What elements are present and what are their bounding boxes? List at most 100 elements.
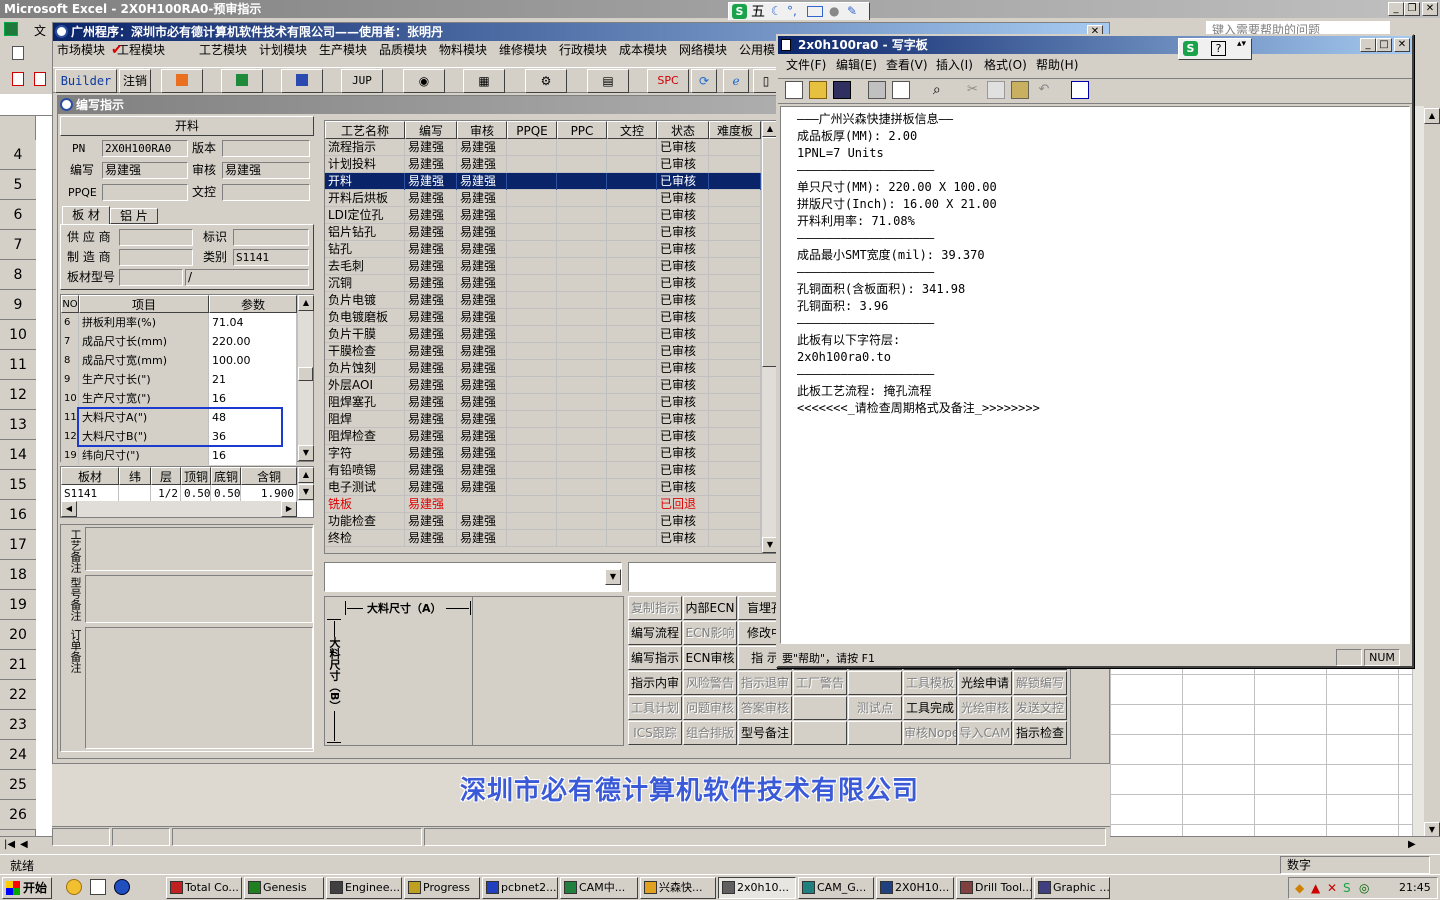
settings-button[interactable]: ⚙: [525, 69, 567, 93]
module-8[interactable]: 维修模块: [499, 41, 547, 59]
ppqe-field[interactable]: [102, 184, 188, 201]
row-number[interactable]: 22: [0, 680, 36, 710]
action-button[interactable]: 工具计划: [628, 696, 682, 720]
row-number[interactable]: 9: [0, 290, 36, 320]
spc-button[interactable]: SPC: [647, 69, 689, 93]
wordpad-menu-item[interactable]: 查看(V): [886, 56, 928, 74]
row-number[interactable]: 12: [0, 380, 36, 410]
find-icon[interactable]: ⌕: [928, 81, 946, 99]
material-scroll-up[interactable]: ▲: [298, 467, 314, 483]
process-row[interactable]: 铣板 易建强 已回退: [325, 496, 761, 513]
supplier-field[interactable]: [119, 229, 193, 246]
sheet-prev-icon[interactable]: ◀: [20, 839, 28, 850]
action-button[interactable]: [848, 721, 902, 745]
process-row[interactable]: 开料 易建强 易建强 已审核: [325, 173, 761, 190]
pdf-icon-2[interactable]: [34, 72, 46, 86]
excel-restore-button[interactable]: ❐: [1404, 2, 1420, 16]
keyboard-icon[interactable]: [807, 6, 823, 17]
action-button[interactable]: 工具模板: [903, 671, 957, 695]
category-field[interactable]: S1141: [233, 249, 309, 266]
row-number[interactable]: 15: [0, 470, 36, 500]
taskbar-item[interactable]: 2x0h10...: [718, 877, 796, 899]
taskbar-item[interactable]: Enginee...: [326, 877, 402, 899]
process-row[interactable]: 阻焊检查 易建强 易建强 已审核: [325, 428, 761, 445]
sogou-icon[interactable]: S: [732, 4, 747, 19]
action-button[interactable]: 工具完成: [903, 696, 957, 720]
wordpad-sogou-icon[interactable]: S: [1183, 41, 1198, 56]
print-icon[interactable]: [868, 81, 887, 99]
module-1[interactable]: 市场模块: [57, 41, 105, 59]
model-note-field[interactable]: [85, 575, 313, 623]
module-10[interactable]: 成本模块: [619, 41, 667, 59]
action-button[interactable]: 测试点: [848, 696, 902, 720]
module-11[interactable]: 网络模块: [679, 41, 727, 59]
module-12[interactable]: 公用模: [739, 41, 775, 59]
tray-icon-5[interactable]: ◎: [1359, 881, 1369, 895]
module-2[interactable]: 工程模块: [117, 41, 165, 59]
material-grid-hscroll[interactable]: ◀ ▶: [61, 501, 297, 517]
action-button[interactable]: 内部ECN: [683, 596, 737, 620]
wordpad-menu-item[interactable]: 插入(I): [936, 56, 973, 74]
material-scroll-down[interactable]: ▼: [298, 484, 314, 500]
reviewer-field[interactable]: 易建强: [222, 162, 310, 179]
taskbar-item[interactable]: pcbnet2...: [482, 877, 558, 899]
process-note-field[interactable]: [85, 527, 313, 571]
param-scroll-up[interactable]: ▲: [298, 295, 314, 311]
model-field-b[interactable]: /: [185, 269, 309, 286]
user-icon[interactable]: ●: [829, 4, 839, 18]
model-field-a[interactable]: [119, 269, 183, 286]
taskbar-item[interactable]: 兴森快...: [640, 877, 716, 899]
process-row[interactable]: 负片蚀刻 易建强 易建强 已审核: [325, 360, 761, 377]
excel-minimize-button[interactable]: _: [1388, 2, 1404, 16]
material-grid-vscroll[interactable]: ▲ ▼: [297, 467, 314, 501]
action-button[interactable]: 复制指示: [628, 596, 682, 620]
process-row[interactable]: 计划投料 易建强 易建强 已审核: [325, 156, 761, 173]
action-button[interactable]: 指示检查: [1013, 721, 1067, 745]
process-row[interactable]: 干膜检查 易建强 易建强 已审核: [325, 343, 761, 360]
copy-icon[interactable]: [987, 81, 1006, 99]
param-scroll-down[interactable]: ▼: [298, 445, 314, 461]
action-button[interactable]: 审核Nope: [903, 721, 957, 745]
taskbar-item[interactable]: Drill Tool...: [956, 877, 1032, 899]
action-button[interactable]: [793, 721, 847, 745]
material-scroll-left[interactable]: ◀: [61, 501, 77, 517]
action-button[interactable]: ECN影响: [683, 621, 737, 645]
wrench-icon[interactable]: ✎: [847, 4, 857, 18]
action-button[interactable]: 发送文控: [1013, 696, 1067, 720]
wordpad-menu-item[interactable]: 文件(F): [786, 56, 826, 74]
row-number[interactable]: 25: [0, 770, 36, 800]
tray-icon-3[interactable]: ✕: [1327, 881, 1337, 895]
quicklaunch-icon-1[interactable]: [66, 879, 82, 895]
wordpad-minimize-button[interactable]: _: [1360, 38, 1376, 52]
open-icon[interactable]: [808, 81, 827, 99]
action-button[interactable]: 指示内审: [628, 671, 682, 695]
module-6[interactable]: 品质模块: [379, 41, 427, 59]
row-number[interactable]: 17: [0, 530, 36, 560]
tab-aluminum[interactable]: 铝 片: [110, 208, 158, 224]
pn-field[interactable]: 2X0H100RA0: [102, 140, 188, 157]
save-icon[interactable]: [832, 81, 851, 99]
tray-icon-2[interactable]: ▲: [1311, 881, 1320, 895]
row-number[interactable]: 23: [0, 710, 36, 740]
order-note-field[interactable]: [85, 627, 313, 749]
module-5[interactable]: 生产模块: [319, 41, 367, 59]
process-row[interactable]: 字符 易建强 易建强 已审核: [325, 445, 761, 462]
process-row[interactable]: 负片干膜 易建强 易建强 已审核: [325, 326, 761, 343]
action-button[interactable]: 问题审核: [683, 696, 737, 720]
action-button[interactable]: ICS跟踪: [628, 721, 682, 745]
row-number[interactable]: 4: [0, 140, 36, 170]
maker-field[interactable]: [119, 249, 193, 266]
action-button[interactable]: 编写指示: [628, 646, 682, 670]
hscroll-right-icon[interactable]: ▶: [1408, 839, 1416, 850]
process-combo[interactable]: ▼: [324, 562, 622, 592]
row-number[interactable]: 19: [0, 590, 36, 620]
insert-object-icon[interactable]: [1070, 81, 1089, 99]
punctuation-icon[interactable]: °,: [787, 4, 797, 18]
logout-button[interactable]: 注销: [119, 69, 151, 93]
taskbar-item[interactable]: Genesis: [244, 877, 324, 899]
process-row[interactable]: 终检 易建强 易建强 已审核: [325, 530, 761, 547]
param-row[interactable]: 7 成品尺寸长(mm) 220.00: [61, 332, 297, 351]
row-number[interactable]: 18: [0, 560, 36, 590]
new-doc-icon[interactable]: [12, 46, 24, 60]
version-field[interactable]: [222, 140, 310, 157]
